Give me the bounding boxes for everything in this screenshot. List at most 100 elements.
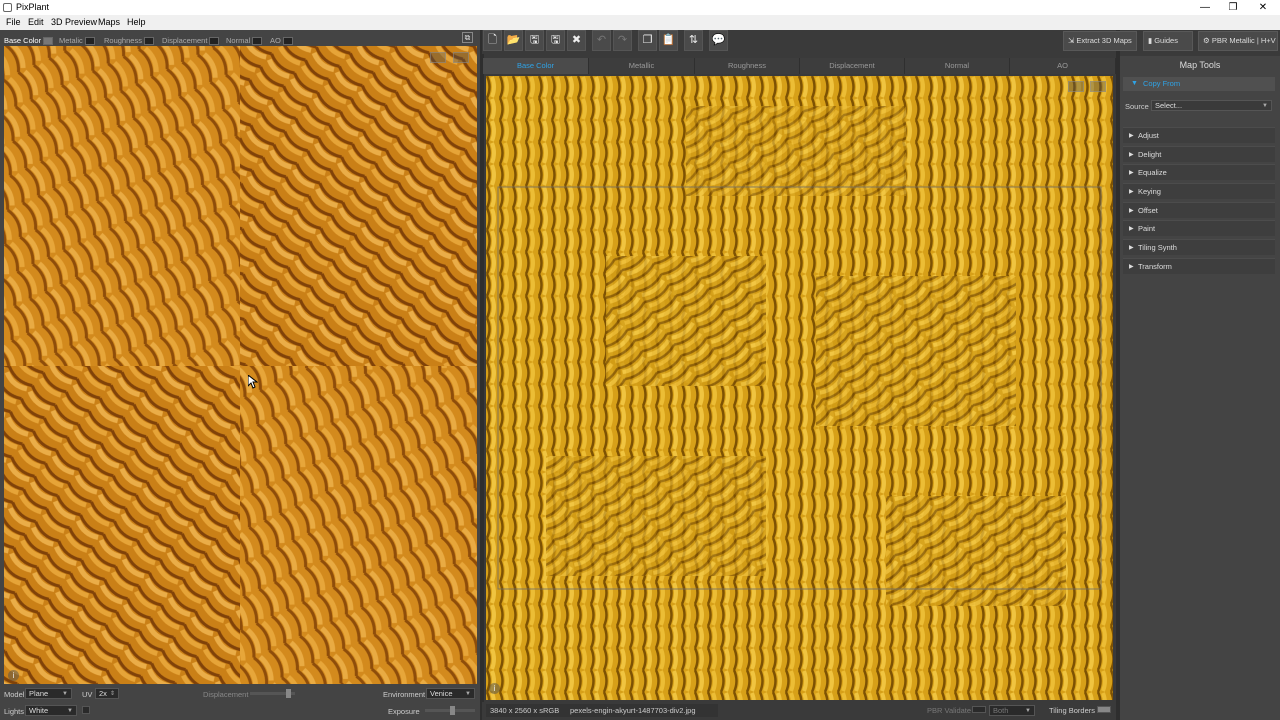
channel-label: Metalic — [59, 36, 83, 45]
tab-normal[interactable]: Normal — [905, 58, 1010, 74]
tab-ao[interactable]: AO — [1010, 58, 1116, 74]
chevron-right-icon: ▶ — [1129, 208, 1134, 214]
swap-icon[interactable]: ⇅ — [684, 30, 703, 51]
map-tools-title: Map Tools — [1179, 60, 1221, 70]
tab-base-color[interactable]: Base Color — [483, 58, 589, 74]
toggle-switch[interactable] — [143, 37, 154, 46]
save-icon[interactable]: 🖫 — [525, 30, 544, 51]
tab-displacement[interactable]: Displacement — [800, 58, 905, 74]
slider-knob[interactable] — [286, 689, 291, 698]
tool-keying[interactable]: ▶ Keying — [1123, 183, 1275, 199]
displacement-slider[interactable] — [250, 689, 295, 698]
source-label: Source — [1125, 102, 1149, 111]
menu-3d-preview[interactable]: 3D Preview — [51, 17, 97, 27]
channel-label: Displacement — [162, 36, 208, 45]
tool-label: Adjust — [1138, 131, 1159, 140]
toggle-switch[interactable] — [84, 37, 95, 46]
save-as-icon[interactable]: 🖫 — [546, 30, 565, 51]
tool-offset[interactable]: ▶ Offset — [1123, 202, 1275, 218]
channel-label: Normal — [226, 36, 251, 45]
channel-toggle-metalic[interactable]: Metalic — [59, 36, 95, 46]
guides-button[interactable]: ▮ Guides — [1143, 31, 1193, 51]
environment-select[interactable]: Venice ▼ — [426, 688, 475, 699]
lights-select[interactable]: White ▼ — [25, 705, 77, 716]
tool-tiling-synth[interactable]: ▶ Tiling Synth — [1123, 239, 1275, 255]
pbr-validate-label: PBR Validate — [927, 706, 972, 715]
view-option-icon[interactable] — [1068, 81, 1084, 92]
new-file-icon[interactable]: 🗋 — [483, 30, 502, 51]
view-option-icon[interactable] — [1090, 81, 1106, 92]
exposure-label: Exposure — [388, 707, 420, 716]
minimize-button[interactable]: — — [1190, 0, 1220, 15]
chevron-down-icon: ▼ — [1025, 708, 1031, 714]
viewport-option-icon[interactable] — [430, 52, 446, 63]
pbr-mode-button[interactable]: ⚙ PBR Metallic | H+V — [1198, 31, 1278, 51]
tool-transform[interactable]: ▶ Transform — [1123, 258, 1275, 274]
map-view[interactable]: i — [486, 76, 1113, 700]
chevron-down-icon: ▼ — [465, 691, 471, 697]
tab-metallic[interactable]: Metallic — [589, 58, 695, 74]
chevron-right-icon: ▶ — [1129, 264, 1134, 270]
menu-help[interactable]: Help — [127, 17, 146, 27]
toggle-switch[interactable] — [43, 37, 54, 46]
menu-edit[interactable]: Edit — [28, 17, 44, 27]
model-select[interactable]: Plane ▼ — [25, 688, 72, 699]
copy-from-section[interactable]: ▼ Copy From — [1123, 77, 1275, 91]
toggle-switch[interactable] — [282, 37, 293, 46]
channel-toggle-normal[interactable]: Normal — [226, 36, 263, 46]
tool-paint[interactable]: ▶ Paint — [1123, 220, 1275, 236]
uv-spinbox[interactable]: 2x ⇕ — [95, 688, 119, 699]
validate-mode-select[interactable]: Both ▼ — [989, 705, 1035, 716]
menu-maps[interactable]: Maps — [98, 17, 120, 27]
open-icon[interactable]: 📂 — [504, 30, 523, 51]
tool-delight[interactable]: ▶ Delight — [1123, 146, 1275, 162]
knit-texture-map — [486, 76, 1113, 700]
chevron-right-icon: ▶ — [1129, 133, 1134, 139]
tool-equalize[interactable]: ▶ Equalize — [1123, 164, 1275, 180]
tab-roughness[interactable]: Roughness — [695, 58, 800, 74]
comment-icon[interactable]: 💬 — [709, 30, 728, 51]
tool-adjust[interactable]: ▶ Adjust — [1123, 127, 1275, 143]
resolution-info: 3840 x 2560 x sRGB — [486, 704, 566, 717]
detach-view-icon[interactable]: ⧉ — [462, 32, 473, 43]
pbr-validate-toggle[interactable] — [972, 706, 986, 713]
tool-label: Delight — [1138, 150, 1162, 159]
channel-toggle-ao[interactable]: AO — [270, 36, 293, 46]
exposure-slider[interactable] — [425, 706, 475, 715]
channel-label: Base Color — [4, 36, 42, 45]
chevron-right-icon: ▶ — [1129, 170, 1134, 176]
source-select[interactable]: Select... ▼ — [1151, 100, 1272, 111]
close-icon[interactable]: ✖ — [567, 30, 586, 51]
maximize-button[interactable]: ❐ — [1218, 0, 1248, 15]
knit-texture-3d — [4, 46, 477, 684]
info-icon[interactable]: i — [8, 670, 19, 681]
extract-3d-maps-button[interactable]: ⇲ Extract 3D Maps — [1063, 31, 1137, 51]
close-window-button[interactable]: ✕ — [1248, 0, 1278, 15]
toggle-switch[interactable] — [209, 37, 220, 46]
channel-toggle-roughness[interactable]: Roughness — [104, 36, 154, 46]
mouse-cursor-icon — [248, 375, 258, 389]
chevron-down-icon: ▼ — [1262, 103, 1268, 109]
lights-color-swatch[interactable] — [82, 706, 90, 714]
chevron-right-icon: ▶ — [1129, 245, 1134, 251]
chevron-down-icon: ▼ — [62, 691, 68, 697]
paste-icon[interactable]: 📋 — [659, 30, 678, 51]
pbr-mode-label: PBR Metallic | H+V — [1211, 36, 1276, 45]
copy-icon[interactable]: ❐ — [638, 30, 657, 51]
info-icon[interactable]: i — [489, 683, 500, 694]
displacement-label: Displacement — [203, 690, 249, 699]
slider-knob[interactable] — [450, 706, 455, 715]
panel-splitter[interactable] — [480, 30, 484, 720]
viewport-option-icon[interactable] — [453, 52, 469, 63]
menu-file[interactable]: File — [6, 17, 21, 27]
toggle-switch[interactable] — [252, 37, 263, 46]
preview-3d-viewport[interactable]: i — [4, 46, 477, 684]
tiling-borders-toggle[interactable] — [1097, 706, 1111, 713]
spin-arrows-icon[interactable]: ⇕ — [110, 689, 115, 699]
redo-icon[interactable]: ↷ — [613, 30, 632, 51]
channel-toggle-displacement[interactable]: Displacement — [162, 36, 220, 46]
undo-icon[interactable]: ↶ — [592, 30, 611, 51]
channel-toggle-base-color[interactable]: Base Color — [4, 36, 54, 46]
extract-label: Extract 3D Maps — [1076, 36, 1132, 45]
source-value: Select... — [1155, 101, 1183, 110]
